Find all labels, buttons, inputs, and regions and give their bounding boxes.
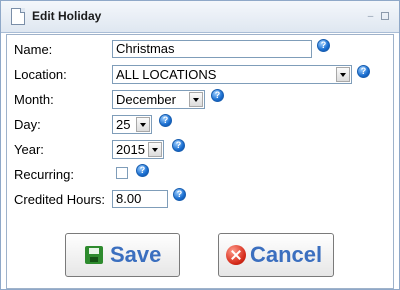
credited-hours-label: Credited Hours: — [14, 192, 106, 207]
restore-icon[interactable] — [381, 12, 389, 20]
window-title: Edit Holiday — [32, 9, 102, 23]
help-icon[interactable]: ? — [136, 164, 149, 177]
help-icon[interactable]: ? — [159, 114, 172, 127]
minimize-icon[interactable]: – — [366, 12, 375, 22]
save-button-label: Save — [110, 242, 162, 267]
title-bar: Edit Holiday – — [1, 1, 399, 33]
cancel-button[interactable]: Cancel — [218, 233, 334, 277]
location-value: ALL LOCATIONS — [116, 67, 217, 82]
year-label: Year: — [14, 142, 44, 157]
day-label: Day: — [14, 117, 41, 132]
chevron-down-icon[interactable] — [148, 142, 162, 157]
recurring-checkbox[interactable] — [116, 167, 128, 179]
cancel-x-icon — [226, 245, 246, 265]
credited-hours-input[interactable] — [112, 190, 168, 208]
year-select[interactable]: 2015 — [112, 140, 164, 159]
help-icon[interactable]: ? — [173, 188, 186, 201]
day-value: 25 — [116, 117, 131, 132]
cancel-button-label: Cancel — [250, 242, 323, 267]
save-button[interactable]: Save — [65, 233, 180, 277]
month-value: December — [116, 92, 176, 107]
month-label: Month: — [14, 92, 54, 107]
document-icon — [11, 8, 25, 25]
edit-holiday-window: Edit Holiday – Name: ? Location: ALL LOC… — [0, 0, 400, 290]
help-icon[interactable]: ? — [211, 89, 224, 102]
floppy-disk-icon — [85, 246, 103, 264]
day-select[interactable]: 25 — [112, 115, 152, 134]
recurring-label: Recurring: — [14, 167, 74, 182]
help-icon[interactable]: ? — [317, 39, 330, 52]
help-icon[interactable]: ? — [172, 139, 185, 152]
chevron-down-icon[interactable] — [189, 92, 203, 107]
name-label: Name: — [14, 42, 53, 57]
chevron-down-icon[interactable] — [336, 67, 350, 82]
name-input[interactable] — [112, 40, 312, 58]
location-label: Location: — [14, 67, 67, 82]
year-value: 2015 — [116, 142, 145, 157]
month-select[interactable]: December — [112, 90, 205, 109]
location-select[interactable]: ALL LOCATIONS — [112, 65, 352, 84]
chevron-down-icon[interactable] — [136, 117, 150, 132]
help-icon[interactable]: ? — [357, 65, 370, 78]
